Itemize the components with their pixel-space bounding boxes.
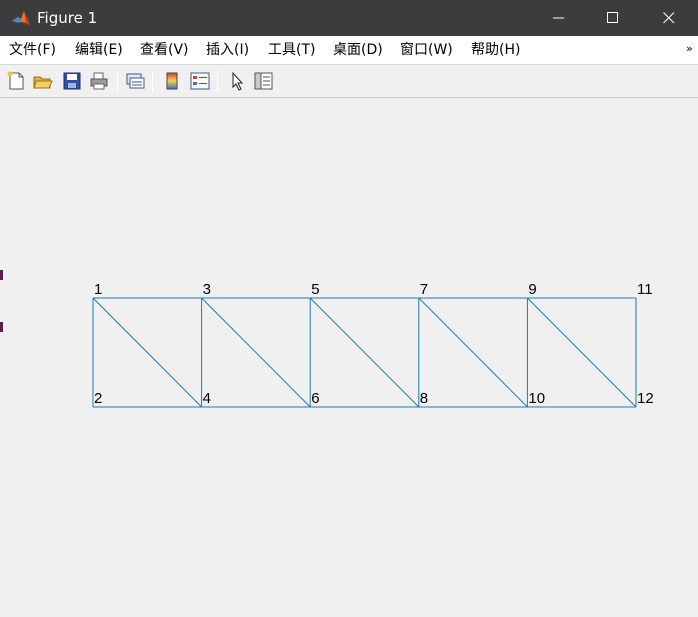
print-button[interactable] (88, 70, 110, 92)
node-label-6: 6 (311, 390, 319, 407)
node-label-4: 4 (203, 390, 211, 407)
figure-toolbar (0, 66, 698, 98)
node-label-9: 9 (528, 281, 536, 298)
link-plot-icon (126, 73, 145, 89)
menu-desktop[interactable]: 桌面(D) (333, 42, 383, 58)
menu-view[interactable]: 查看(V) (140, 42, 189, 58)
open-file-icon (33, 76, 53, 89)
close-icon (663, 12, 675, 24)
truss-member-3-6 (201, 297, 311, 408)
toolbar-separator (152, 71, 153, 93)
legend-icon (190, 72, 210, 90)
open-file-button[interactable] (32, 70, 54, 92)
node-label-7: 7 (420, 281, 428, 298)
save-button[interactable] (61, 70, 83, 92)
node-label-12: 12 (637, 390, 654, 407)
maximize-button[interactable] (590, 0, 636, 36)
menu-file[interactable]: 文件(F) (9, 42, 56, 58)
minimize-button[interactable] (536, 0, 582, 36)
node-label-10: 10 (528, 390, 545, 407)
node-label-5: 5 (311, 281, 319, 298)
figure-canvas[interactable]: 1 2 3 4 5 6 7 8 9 10 11 12 (0, 99, 698, 617)
truss-member-1-4 (92, 297, 202, 408)
close-button[interactable] (646, 0, 692, 36)
edit-plot-button[interactable] (226, 70, 248, 92)
toolbar-separator (117, 71, 118, 93)
menu-tools[interactable]: 工具(T) (268, 42, 315, 58)
colorbar-icon (166, 72, 178, 90)
truss-member-7-10 (418, 297, 528, 408)
property-inspector-button[interactable] (252, 70, 274, 92)
truss-plot: 123456789101112 (92, 281, 654, 408)
truss-member-5-8 (309, 297, 420, 408)
node-label-1: 1 (94, 281, 102, 298)
node-label-11: 11 (637, 281, 653, 298)
toolbar-separator (217, 71, 218, 93)
menu-help[interactable]: 帮助(H) (471, 42, 520, 58)
chevron-double-right-icon[interactable]: » (686, 42, 693, 55)
edit-plot-arrow-icon (232, 71, 244, 91)
insert-legend-button[interactable] (189, 70, 211, 92)
window-edge-mark (0, 322, 3, 332)
window-edge-mark (0, 270, 3, 280)
new-figure-button[interactable] (5, 70, 27, 92)
menu-bar: 文件(F) 编辑(E) 查看(V) 插入(I) 工具(T) 桌面(D) 窗口(W… (0, 36, 698, 65)
new-figure-icon (7, 71, 24, 90)
maximize-icon (607, 12, 618, 23)
property-inspector-icon (254, 72, 273, 90)
node-label-2: 2 (94, 390, 102, 407)
insert-colorbar-button[interactable] (161, 70, 183, 92)
link-plot-button[interactable] (124, 70, 146, 92)
node-label-8: 8 (420, 390, 428, 407)
minimize-icon (553, 17, 564, 19)
matlab-logo-icon (11, 8, 31, 28)
node-label-3: 3 (203, 281, 211, 298)
menu-insert[interactable]: 插入(I) (206, 42, 249, 58)
window-title: Figure 1 (37, 9, 98, 27)
print-icon (90, 72, 108, 90)
title-bar: Figure 1 (0, 0, 698, 36)
menu-window[interactable]: 窗口(W) (400, 42, 453, 58)
menu-edit[interactable]: 编辑(E) (75, 42, 123, 58)
save-icon (63, 72, 81, 90)
